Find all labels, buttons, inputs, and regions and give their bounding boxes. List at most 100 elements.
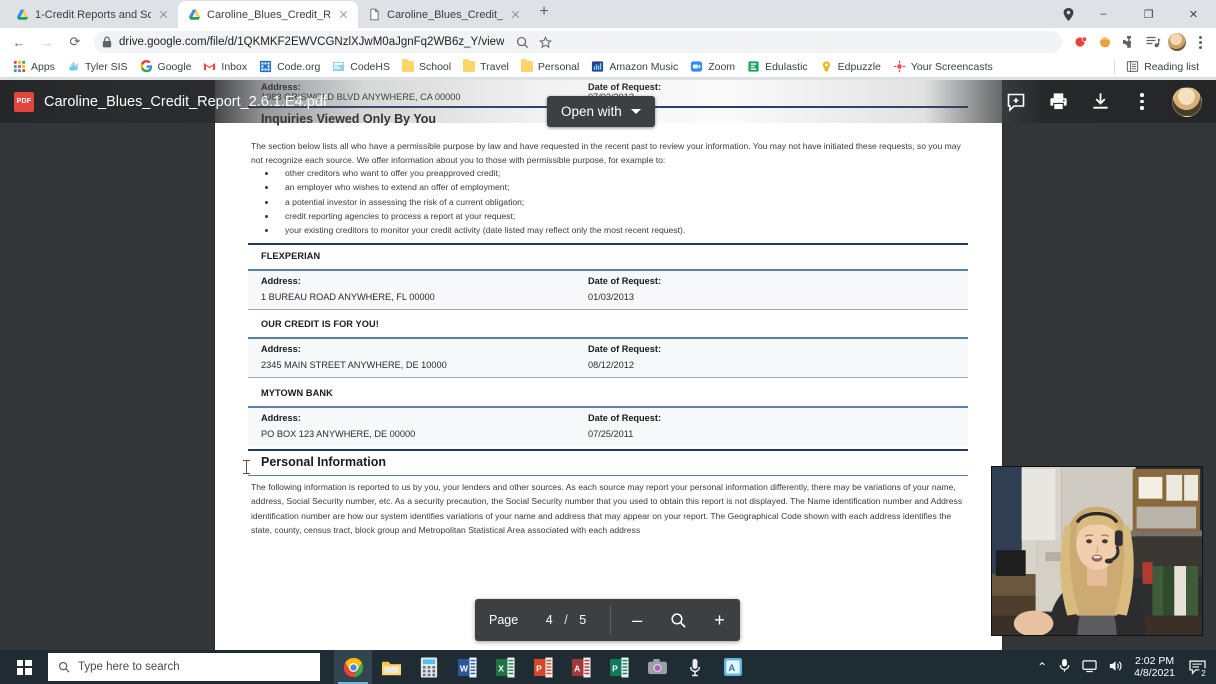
- notification-count-badge: 2: [1198, 668, 1209, 679]
- list-item: an employer who wishes to extend an offe…: [277, 180, 685, 194]
- adobe-taskbar-icon[interactable]: A: [714, 650, 752, 684]
- magnifier-icon[interactable]: [658, 599, 699, 641]
- svg-text:P: P: [612, 663, 618, 673]
- folder-icon: [402, 59, 414, 72]
- search-icon: [58, 661, 70, 673]
- bookmark-your-screencasts[interactable]: Your Screencasts: [888, 59, 1000, 74]
- download-icon[interactable]: [1088, 90, 1112, 114]
- bookmark-star-icon[interactable]: [534, 31, 556, 53]
- text-cursor-icon: [243, 460, 250, 474]
- print-icon[interactable]: [1046, 90, 1070, 114]
- zoom-out-button[interactable]: –: [617, 599, 658, 641]
- browser-tab-2[interactable]: Caroline_Blues_Credit_Report_2.6: [178, 1, 358, 28]
- bookmark-amazon-music[interactable]: Amazon Music: [586, 59, 685, 74]
- microphone-taskbar-icon[interactable]: [676, 650, 714, 684]
- date-label: Date of Request:: [588, 276, 661, 286]
- close-icon[interactable]: [509, 8, 522, 21]
- close-icon[interactable]: [157, 8, 170, 21]
- codehs-icon: [333, 61, 345, 72]
- bookmark-label: Apps: [31, 60, 55, 73]
- minimize-button[interactable]: –: [1081, 0, 1126, 28]
- amazon-music-icon: [592, 61, 604, 72]
- display-icon[interactable]: [1082, 659, 1097, 676]
- webcam-overlay[interactable]: [991, 466, 1203, 636]
- browser-tab-1[interactable]: 1-Credit Reports and Scores - CT: [6, 1, 178, 28]
- total-pages: 5: [579, 613, 587, 627]
- bookmark-school[interactable]: School: [397, 59, 458, 74]
- extension-gold-icon[interactable]: [1094, 30, 1116, 54]
- bookmarks-bar-right: Reading list: [1114, 59, 1208, 74]
- inquiry-date: 07/25/2011: [588, 429, 634, 439]
- more-options-icon[interactable]: [1130, 90, 1154, 114]
- personal-info-title: Personal Information: [261, 455, 387, 469]
- svg-text:A: A: [574, 663, 580, 673]
- open-with-button[interactable]: Open with: [547, 96, 655, 127]
- address-bar[interactable]: drive.google.com/file/d/1QKMKF2EWVCGNzlX…: [94, 31, 1062, 53]
- windows-start-icon[interactable]: [0, 650, 48, 684]
- taskbar-clock[interactable]: 2:02 PM 4/8/2021: [1134, 655, 1175, 679]
- bookmark-codehs[interactable]: CodeHS: [327, 59, 397, 74]
- divider: [609, 605, 611, 635]
- extension-red-icon[interactable]: [1070, 30, 1092, 54]
- svg-text:X: X: [498, 663, 504, 673]
- chrome-taskbar-icon[interactable]: [334, 650, 372, 684]
- bookmark-zoom[interactable]: Zoom: [685, 59, 742, 74]
- svg-text:P: P: [536, 663, 542, 673]
- forward-button[interactable]: →: [34, 30, 60, 54]
- maximize-button[interactable]: ❐: [1126, 0, 1171, 28]
- tray-chevron-icon[interactable]: ⌃: [1037, 660, 1047, 674]
- calculator-taskbar-icon[interactable]: [410, 650, 448, 684]
- current-page-input[interactable]: 4: [538, 613, 560, 627]
- avatar: [1168, 33, 1186, 51]
- profile-pin-icon[interactable]: [1055, 0, 1081, 28]
- access-taskbar-icon[interactable]: A: [562, 650, 600, 684]
- bookmark-travel[interactable]: Travel: [458, 59, 516, 74]
- zoom-app-icon: [691, 61, 703, 72]
- bookmark-edpuzzle[interactable]: Edpuzzle: [815, 59, 888, 74]
- tab-title: 1-Credit Reports and Scores - CT: [35, 8, 151, 21]
- new-tab-button[interactable]: +: [530, 0, 558, 28]
- zoom-in-omnibox-icon[interactable]: [511, 31, 533, 53]
- open-with-label: Open with: [561, 104, 622, 119]
- word-taskbar-icon[interactable]: W: [448, 650, 486, 684]
- folder-icon: [520, 59, 533, 72]
- bookmark-label: Edulastic: [765, 60, 808, 73]
- bookmark-label: Edpuzzle: [837, 60, 881, 73]
- reading-list-button[interactable]: Reading list: [1121, 59, 1206, 74]
- notifications-button[interactable]: 2: [1186, 655, 1209, 679]
- bookmark-codeorg[interactable]: Code.org: [254, 59, 327, 74]
- reading-list-icon[interactable]: [1142, 30, 1164, 54]
- close-icon[interactable]: [337, 8, 350, 21]
- powerpoint-taskbar-icon[interactable]: P: [524, 650, 562, 684]
- reload-button[interactable]: ⟳: [62, 30, 88, 54]
- close-window-button[interactable]: ✕: [1171, 0, 1216, 28]
- taskbar-search-box[interactable]: Type here to search: [48, 653, 320, 681]
- back-button[interactable]: ←: [6, 30, 32, 54]
- camera-taskbar-icon[interactable]: [638, 650, 676, 684]
- bookmark-personal[interactable]: Personal: [516, 59, 586, 74]
- tab-title: Caroline_Blues_Credit_Report_2.6: [207, 8, 331, 21]
- tab-strip: 1-Credit Reports and Scores - CT Carolin…: [0, 0, 1216, 28]
- inquiry-address: 2345 MAIN STREET ANYWHERE, DE 10000: [261, 360, 447, 370]
- extensions-puzzle-icon[interactable]: [1118, 30, 1140, 54]
- publisher-taskbar-icon[interactable]: P: [600, 650, 638, 684]
- profile-avatar-icon[interactable]: [1166, 30, 1188, 54]
- bookmark-inbox[interactable]: Inbox: [198, 59, 254, 74]
- bookmark-tyler-sis[interactable]: Tyler SIS: [62, 59, 135, 74]
- bookmark-edulastic[interactable]: Edulastic: [742, 59, 815, 74]
- bookmark-apps[interactable]: Apps: [8, 59, 62, 74]
- bookmark-label: Google: [157, 60, 192, 73]
- chrome-menu-icon[interactable]: [1190, 30, 1210, 54]
- file-explorer-taskbar-icon[interactable]: [372, 650, 410, 684]
- add-to-drive-icon[interactable]: [1004, 90, 1028, 114]
- account-avatar-icon[interactable]: [1172, 86, 1202, 117]
- edulastic-icon: [748, 61, 759, 72]
- usb-icon[interactable]: [1058, 658, 1071, 676]
- excel-taskbar-icon[interactable]: X: [486, 650, 524, 684]
- bookmark-google[interactable]: Google: [135, 59, 199, 74]
- browser-tab-3[interactable]: Caroline_Blues_Credit_Report_Wo: [358, 1, 530, 28]
- volume-icon[interactable]: [1108, 659, 1123, 676]
- taskbar-app-list: W X P A P A: [334, 650, 752, 684]
- codeorg-icon: [260, 60, 272, 73]
- zoom-in-button[interactable]: +: [699, 599, 740, 641]
